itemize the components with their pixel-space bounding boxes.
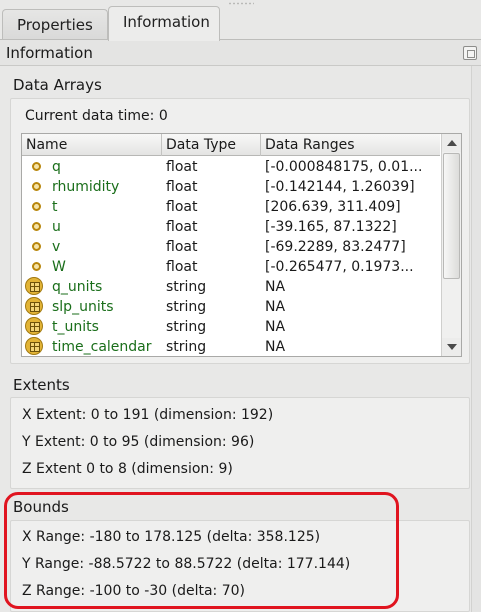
tab-information[interactable]: Information [108,6,220,41]
table-row[interactable]: q float [-0.000848175, 0.01... [22,157,440,177]
table-header: Name Data Type Data Ranges [22,134,440,156]
tab-properties[interactable]: Properties [2,9,108,40]
array-name: q [52,159,61,175]
array-name: rhumidity [52,179,120,195]
field-data-icon [25,277,43,295]
array-name: u [52,219,61,235]
table-row[interactable]: u float [-39.165, 87.1322] [22,217,440,237]
column-header-type[interactable]: Data Type [166,137,236,153]
bounds-highlight-annotation [4,492,399,609]
array-type: float [166,199,198,215]
array-type: float [166,179,198,195]
undock-icon[interactable] [463,46,477,60]
data-arrays-table[interactable]: Name Data Type Data Ranges q float [-0.0… [21,133,462,357]
array-name: v [52,239,61,255]
array-type: string [166,339,207,355]
data-arrays-title: Data Arrays [13,76,102,94]
scroll-up-arrow-icon[interactable] [442,134,461,152]
array-range: [-69.2289, 83.2477] [265,239,406,255]
panel-scrollbar-track[interactable] [471,66,481,612]
table-row[interactable]: v float [-69.2289, 83.2477] [22,237,440,257]
current-data-time: Current data time: 0 [25,108,168,124]
point-data-icon [32,202,41,211]
table-row[interactable]: W float [-0.265477, 0.1973... [22,257,440,277]
point-data-icon [32,182,41,191]
point-data-icon [32,262,41,271]
point-data-icon [32,162,41,171]
array-range: [206.639, 311.409] [265,199,401,215]
array-type: float [166,219,198,235]
scrollbar-thumb[interactable] [443,153,460,279]
field-data-icon [25,337,43,355]
array-type: string [166,319,207,335]
array-type: float [166,159,198,175]
array-name: time_calendar [52,339,152,355]
array-name: t [52,199,58,215]
array-type: string [166,299,207,315]
array-range: NA [265,279,286,295]
point-data-icon [32,242,41,251]
array-range: [-39.165, 87.1322] [265,219,397,235]
array-range: NA [265,299,286,315]
column-header-name[interactable]: Name [26,137,67,153]
array-range: NA [265,319,286,335]
array-range: [-0.000848175, 0.01... [265,159,423,175]
z-extent: Z Extent 0 to 8 (dimension: 9) [22,461,233,477]
table-scrollbar[interactable] [441,134,461,356]
field-data-icon [25,317,43,335]
array-name: W [52,259,66,275]
scroll-down-arrow-icon[interactable] [442,338,461,356]
panel-header: Information [0,40,481,66]
array-name: slp_units [52,299,114,315]
extents-title: Extents [13,376,70,394]
array-range: NA [265,339,286,355]
array-name: q_units [52,279,103,295]
x-extent: X Extent: 0 to 191 (dimension: 192) [22,407,274,423]
table-row[interactable]: rhumidity float [-0.142144, 1.26039] [22,177,440,197]
column-separator[interactable] [260,134,261,156]
array-type: float [166,259,198,275]
column-header-ranges[interactable]: Data Ranges [265,137,355,153]
point-data-icon [32,222,41,231]
table-row[interactable]: slp_units string NA [22,297,440,317]
column-separator[interactable] [161,134,162,156]
table-row[interactable]: t_units string NA [22,317,440,337]
array-range: [-0.265477, 0.1973... [265,259,414,275]
table-row[interactable]: q_units string NA [22,277,440,297]
array-type: string [166,279,207,295]
array-type: float [166,239,198,255]
table-row[interactable]: time_calendar string NA [22,337,440,357]
field-data-icon [25,297,43,315]
panel-title: Information [6,44,93,62]
drag-grip-icon[interactable] [228,2,254,5]
table-row[interactable]: t float [206.639, 311.409] [22,197,440,217]
y-extent: Y Extent: 0 to 95 (dimension: 96) [22,434,255,450]
tab-bar: Properties Information [0,0,481,41]
array-name: t_units [52,319,99,335]
array-range: [-0.142144, 1.26039] [265,179,415,195]
